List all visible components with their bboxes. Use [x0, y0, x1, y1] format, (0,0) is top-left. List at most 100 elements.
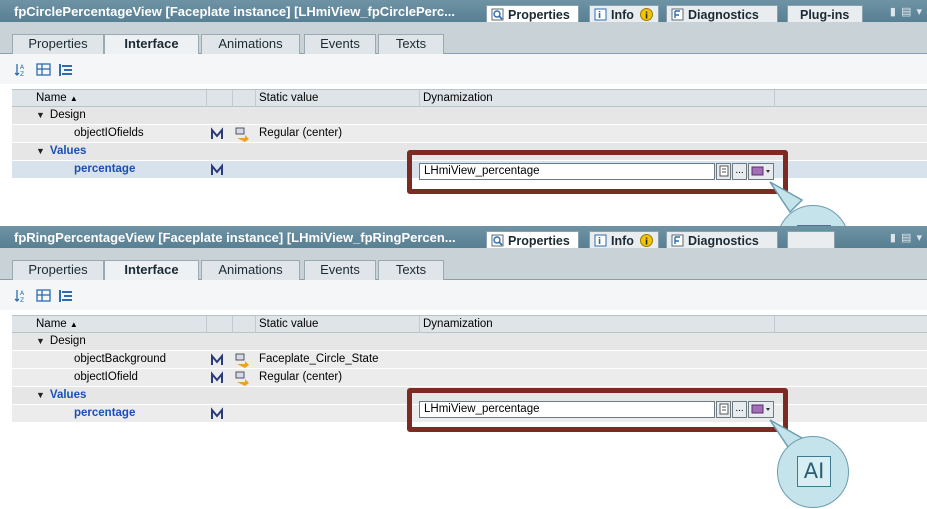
subtab-events[interactable]: Events	[304, 260, 376, 280]
diagnostics-icon	[671, 8, 684, 21]
table-header: Name ▲ Static value Dynamization	[12, 89, 927, 108]
collapse-all-icon[interactable]	[36, 62, 52, 76]
column-header-dynamization[interactable]: Dynamization	[423, 316, 773, 334]
info-warning-icon: i	[639, 8, 653, 22]
svg-text:A: A	[20, 290, 25, 297]
properties-icon	[491, 234, 504, 247]
diagnostics-icon	[671, 234, 684, 247]
subtab-interface[interactable]: Interface	[104, 34, 199, 55]
table-header: Name ▲ Static value Dynamization	[12, 315, 927, 334]
row-name: objectBackground	[74, 353, 167, 365]
panel-titlebar: fpRingPercentageView [Faceplate instance…	[0, 226, 927, 249]
dynamization-input[interactable]: LHmiView_percentage	[419, 401, 715, 418]
svg-text:Z: Z	[20, 71, 24, 78]
tab-label: Diagnostics	[688, 7, 759, 22]
row-name: percentage	[74, 163, 136, 175]
column-header-static-value[interactable]: Static value	[259, 90, 419, 108]
static-value-type-icon	[234, 125, 254, 143]
properties-icon	[491, 8, 504, 21]
table-row[interactable]: objectIOfields Regular (center)	[12, 125, 927, 143]
svg-text:i: i	[645, 238, 648, 248]
tab-label: Plug-ins	[800, 7, 850, 22]
static-value-type-icon	[234, 351, 254, 369]
static-value[interactable]: Faceplate_Circle_State	[259, 351, 417, 369]
more-button[interactable]: ...	[732, 401, 747, 418]
subtab-interface[interactable]: Interface	[104, 260, 199, 281]
tab-properties[interactable]: Properties	[486, 5, 579, 23]
tab-label: Info	[611, 7, 634, 22]
column-header-static-value[interactable]: Static value	[259, 316, 419, 334]
interface-connector-icon	[210, 369, 228, 387]
svg-text:i: i	[598, 237, 601, 247]
info-tab-icon: i	[594, 234, 607, 247]
interface-connector-icon	[210, 125, 228, 143]
info-warning-icon: i	[639, 234, 653, 248]
window-controls-icon[interactable]: ▮ ▤ ▾	[890, 231, 923, 244]
collapse-all-icon[interactable]	[36, 288, 52, 302]
svg-text:i: i	[598, 11, 601, 21]
row-name: percentage	[74, 407, 136, 419]
svg-text:Z: Z	[20, 297, 24, 304]
tab-label: Properties	[508, 233, 570, 248]
interface-connector-icon	[210, 161, 228, 179]
tab-plug-ins[interactable]: Plug-ins	[787, 5, 863, 23]
expand-all-icon[interactable]	[58, 288, 74, 302]
subtab-events[interactable]: Events	[304, 34, 376, 54]
subtab-properties[interactable]: Properties	[12, 260, 104, 280]
expanded-triangle-icon[interactable]: ▼	[36, 143, 45, 160]
expanded-triangle-icon[interactable]: ▼	[36, 107, 45, 124]
panel-title: fpCirclePercentageView [Faceplate instan…	[14, 4, 455, 19]
toolbar: AZ	[0, 54, 927, 84]
column-header-name[interactable]: Name ▲	[36, 90, 206, 108]
tab-info[interactable]: i Info i	[589, 231, 659, 249]
subtab-properties[interactable]: Properties	[12, 34, 104, 54]
svg-text:i: i	[645, 12, 648, 22]
static-value-type-icon	[234, 369, 254, 387]
row-name: objectIOfield	[74, 371, 138, 383]
group-row-design[interactable]: ▼ Design	[12, 333, 927, 351]
interface-connector-icon	[210, 405, 228, 423]
subtab-animations[interactable]: Animations	[201, 34, 300, 54]
tab-plug-ins[interactable]	[787, 231, 835, 249]
tab-diagnostics[interactable]: Diagnostics	[666, 5, 778, 23]
expand-all-icon[interactable]	[58, 62, 74, 76]
row-name: objectIOfields	[74, 127, 144, 139]
window-controls-icon[interactable]: ▮ ▤ ▾	[890, 5, 923, 18]
subtab-texts[interactable]: Texts	[378, 34, 444, 54]
dynamization-input[interactable]: LHmiView_percentage	[419, 163, 715, 180]
list-icon[interactable]	[716, 401, 731, 418]
toolbar: AZ	[0, 280, 927, 310]
group-label: Values	[49, 145, 87, 157]
subtab-animations[interactable]: Animations	[201, 260, 300, 280]
sub-tab-bar: Properties Interface Animations Events T…	[0, 248, 927, 281]
svg-text:A: A	[20, 64, 25, 71]
tab-label: Properties	[508, 7, 570, 22]
list-icon[interactable]	[716, 163, 731, 180]
interface-connector-icon	[210, 351, 228, 369]
sort-ascending-icon: ▲	[69, 320, 78, 329]
tab-info[interactable]: i Info i	[589, 5, 659, 23]
group-row-design[interactable]: ▼ Design	[12, 107, 927, 125]
sort-az-icon[interactable]: AZ	[14, 288, 30, 304]
column-header-name[interactable]: Name ▲	[36, 316, 206, 334]
group-label: Values	[49, 389, 87, 401]
sort-az-icon[interactable]: AZ	[14, 62, 30, 78]
sub-tab-bar: Properties Interface Animations Events T…	[0, 22, 927, 55]
static-value[interactable]: Regular (center)	[259, 369, 417, 387]
column-header-dynamization[interactable]: Dynamization	[423, 90, 773, 108]
group-label: Design	[49, 109, 86, 121]
tab-label: Info	[611, 233, 634, 248]
tab-properties[interactable]: Properties	[486, 231, 579, 249]
text-cursor-icon: AΙ	[797, 456, 831, 487]
panel-title: fpRingPercentageView [Faceplate instance…	[14, 230, 456, 245]
table-row[interactable]: objectBackground Faceplate_Circle_State	[12, 351, 927, 369]
expanded-triangle-icon[interactable]: ▼	[36, 333, 45, 350]
table-row[interactable]: objectIOfield Regular (center)	[12, 369, 927, 387]
subtab-texts[interactable]: Texts	[378, 260, 444, 280]
info-tab-icon: i	[594, 8, 607, 21]
more-button[interactable]: ...	[732, 163, 747, 180]
static-value[interactable]: Regular (center)	[259, 125, 417, 143]
tab-diagnostics[interactable]: Diagnostics	[666, 231, 778, 249]
expanded-triangle-icon[interactable]: ▼	[36, 387, 45, 404]
tab-label: Diagnostics	[688, 233, 759, 248]
